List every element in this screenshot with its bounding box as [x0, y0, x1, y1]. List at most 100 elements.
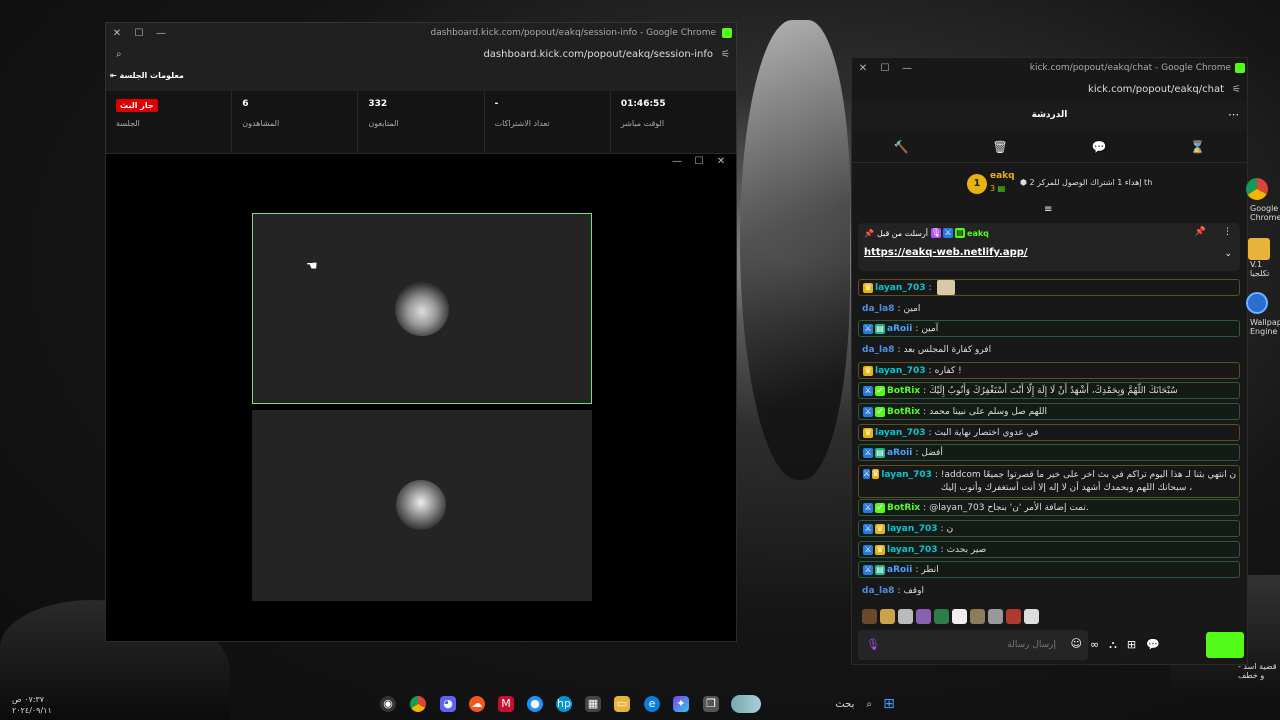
more-options-icon[interactable]: ⋯ — [1228, 108, 1239, 121]
trash-icon[interactable]: 🗑 — [993, 140, 1008, 154]
emote-icon[interactable] — [952, 609, 967, 624]
chat-username[interactable]: layan_703 — [881, 469, 932, 482]
address-bar[interactable]: kick.com/popout/eakq/chat — [852, 84, 1232, 95]
chat-message[interactable]: ⚔ ▤ aRoii: انطر — [858, 561, 1240, 578]
obs-icon[interactable]: ◉ — [380, 696, 396, 712]
emote-icon[interactable] — [916, 609, 931, 624]
news-widget-text[interactable]: قضية اسد - و خطف — [1238, 662, 1280, 680]
chat-bubble-icon[interactable]: 💬 — [1146, 638, 1160, 652]
chat-message[interactable]: da_la8: افرو كفارة المجلس بعد — [858, 341, 1240, 358]
hourglass-icon[interactable]: ⌛ — [1190, 140, 1205, 154]
chat-username[interactable]: BotRix — [887, 407, 920, 417]
emoji-icon[interactable]: ☺ — [1071, 637, 1082, 650]
ban-hammer-icon[interactable]: 🔨 — [894, 140, 909, 154]
task-view-icon[interactable]: ❐ — [703, 696, 719, 712]
address-bar[interactable]: dashboard.kick.com/popout/eakq/session-i… — [122, 49, 721, 60]
chat-message[interactable]: ♛ layan_703: في عدوي اختصار نهاية البث — [858, 424, 1240, 441]
app-icon[interactable]: ● — [527, 696, 543, 712]
chevron-down-icon[interactable]: ⌄ — [1224, 249, 1232, 259]
chat-message[interactable]: ⚔ ♛ layan_703: ن — [858, 520, 1240, 537]
chat-username[interactable]: da_la8 — [862, 345, 894, 355]
emote-icon[interactable] — [898, 609, 913, 624]
chat-username[interactable]: layan_703 — [875, 366, 926, 376]
chat-username[interactable]: da_la8 — [862, 586, 894, 596]
participant-tile[interactable] — [252, 410, 592, 601]
emote-icon[interactable] — [934, 609, 949, 624]
participant-tile-active[interactable] — [252, 213, 592, 404]
chat-username[interactable]: aRoii — [887, 324, 912, 334]
close-window-button[interactable]: ✕ — [106, 28, 128, 39]
chat-bubble-icon[interactable]: 💬 — [1091, 140, 1106, 154]
back-arrows-icon[interactable]: ⇤ — [110, 71, 117, 80]
chat-message[interactable]: da_la8: اوقف — [858, 582, 1240, 599]
site-settings-icon[interactable]: ⚟ — [1232, 84, 1241, 95]
chat-username[interactable]: layan_703 — [875, 283, 926, 293]
close-window-button[interactable]: ✕ — [710, 156, 732, 167]
gift-box-icon[interactable]: ⊞ — [1127, 638, 1136, 652]
chat-username[interactable]: aRoii — [887, 565, 912, 575]
chat-message[interactable]: ⚔ ✔ BotRix: @layan_703 تمت إضافة الأمر 'ن' … — [858, 499, 1240, 516]
unpin-icon[interactable]: 📌 — [1195, 227, 1206, 237]
pinned-username[interactable]: eakq — [967, 229, 989, 238]
store-icon[interactable]: ▦ — [585, 696, 601, 712]
mcafee-icon[interactable]: M — [498, 696, 514, 712]
subscriber-badge-icon: ▤ — [875, 447, 885, 458]
maximize-window-button[interactable]: ☐ — [688, 156, 710, 167]
soundcloud-icon[interactable]: ☁ — [469, 696, 485, 712]
mod-toolbar: 🔨 🗑 💬 ⌛ — [852, 132, 1247, 163]
site-settings-icon[interactable]: ⚟ — [721, 49, 730, 60]
copilot-icon[interactable]: ✦ — [673, 696, 689, 712]
chat-message[interactable]: ⚔ ✔ BotRix: سُبْحَانَكَ اللَّهُمَّ وَبِحَمْ… — [858, 382, 1240, 399]
minimize-window-button[interactable]: — — [150, 28, 172, 39]
minimize-window-button[interactable]: — — [896, 63, 918, 74]
folder-icon[interactable] — [1248, 238, 1270, 260]
wallpaper-engine-icon[interactable] — [1246, 292, 1268, 314]
chat-message[interactable]: ⚔ ✔ BotRix: اللهم صل وسلم على نبينا محمد — [858, 403, 1240, 420]
microphone-icon[interactable]: 🎙 — [866, 638, 880, 651]
chat-message[interactable]: da_la8: امين — [858, 300, 1240, 317]
emote-icon[interactable] — [1006, 609, 1021, 624]
minimize-window-button[interactable]: — — [666, 156, 688, 167]
chat-message[interactable]: ⚔ ♛ layan_703: !addcom ن انتهي بثنا لـ هذا … — [858, 465, 1240, 498]
emote-icon[interactable] — [988, 609, 1003, 624]
chat-input[interactable] — [884, 636, 1058, 654]
username-separator: : — [923, 385, 927, 396]
chat-username[interactable]: da_la8 — [862, 304, 894, 314]
emote-icon[interactable] — [970, 609, 985, 624]
pinned-menu-icon[interactable]: ⋮ — [1223, 227, 1232, 237]
chat-message[interactable]: ⚔ ▤ aRoii: آمين — [858, 320, 1240, 337]
leader-username[interactable]: eakq — [990, 171, 1015, 181]
send-button[interactable] — [1206, 632, 1244, 658]
emote-icon[interactable] — [862, 609, 877, 624]
emote-icon[interactable] — [880, 609, 895, 624]
edge-icon[interactable]: e — [644, 696, 660, 712]
share-icon[interactable]: ⛬ — [1109, 638, 1117, 652]
gift-line: ⬢ إهداء 1 اشتراك الوصول للمركز 2 th — [1020, 178, 1152, 187]
file-explorer-icon[interactable]: ▭ — [614, 696, 630, 712]
chat-message[interactable]: ⚔ ♛ layan_703: صير بحدث — [858, 541, 1240, 558]
chrome-taskbar-icon[interactable] — [410, 696, 426, 712]
maximize-window-button[interactable]: ☐ — [128, 28, 150, 39]
chat-message[interactable]: ♛ layan_703: — [858, 279, 1240, 296]
chat-username[interactable]: aRoii — [887, 448, 912, 458]
infinity-icon[interactable]: ∞ — [1090, 638, 1099, 652]
chat-username[interactable]: layan_703 — [887, 545, 938, 555]
chrome-icon[interactable] — [1246, 178, 1268, 200]
hp-icon[interactable]: hp — [556, 696, 572, 712]
close-window-button[interactable]: ✕ — [852, 63, 874, 74]
chat-username[interactable]: BotRix — [887, 386, 920, 396]
emote-icon[interactable] — [1024, 609, 1039, 624]
filter-icon[interactable]: ≡ — [1044, 204, 1052, 215]
chat-username[interactable]: layan_703 — [875, 428, 926, 438]
pinned-link[interactable]: https://eakq-web.netlify.app/ — [864, 247, 1028, 258]
system-clock[interactable]: ٠٧:٣٧ ص ٢٠٢٤/٠٩/١١ — [12, 694, 52, 716]
discord-icon[interactable]: ◕ — [440, 696, 456, 712]
chat-username[interactable]: layan_703 — [887, 524, 938, 534]
windows-start-icon[interactable]: ⊞ — [881, 696, 897, 712]
chat-message[interactable]: ⚔ ▤ aRoii: أفضل — [858, 444, 1240, 461]
taskbar-search[interactable]: بحث ⌕ — [764, 696, 872, 712]
participant-avatar — [395, 282, 449, 336]
maximize-window-button[interactable]: ☐ — [874, 63, 896, 74]
chat-username[interactable]: BotRix — [887, 503, 920, 513]
chat-message[interactable]: ♛ layan_703: كفاره ! — [858, 362, 1240, 379]
